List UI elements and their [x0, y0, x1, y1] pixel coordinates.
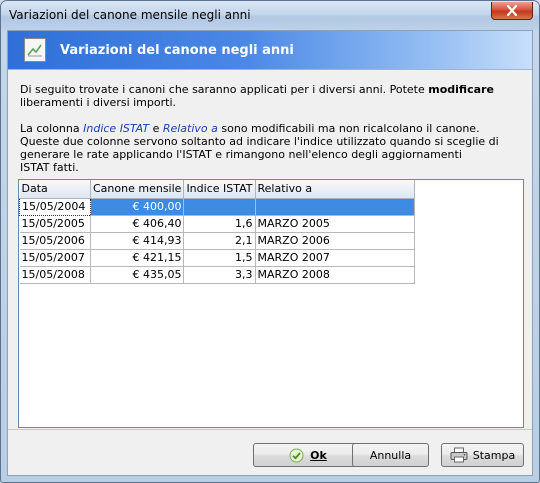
ok-label: Ok — [310, 448, 327, 462]
grid-header-row: Data Canone mensile Indice ISTAT Relativ… — [19, 180, 415, 199]
printer-icon — [450, 447, 468, 463]
dialog-body: Variazioni del canone negli anni Di segu… — [7, 30, 533, 476]
cell-relativo[interactable]: MARZO 2005 — [255, 215, 415, 233]
cell-canone[interactable]: € 414,93 — [90, 232, 185, 250]
footer-divider — [8, 429, 532, 430]
cell-relativo[interactable] — [255, 198, 415, 216]
dialog-window: Variazioni del canone mensile negli anni… — [0, 0, 540, 483]
cell-canone[interactable]: € 421,15 — [90, 249, 185, 267]
cell-data[interactable]: 15/05/2006 — [19, 232, 91, 250]
cell-relativo[interactable]: MARZO 2008 — [255, 266, 415, 284]
column-header-canone[interactable]: Canone mensile — [90, 180, 185, 199]
cell-canone[interactable]: € 435,05 — [90, 266, 185, 284]
em-indice-istat: Indice ISTAT — [83, 122, 150, 135]
cell-data[interactable]: 15/05/2004 — [19, 197, 91, 216]
canoni-grid[interactable]: Data Canone mensile Indice ISTAT Relativ… — [18, 179, 524, 428]
bold-modificare: modificare — [428, 83, 494, 96]
cell-indice[interactable] — [183, 198, 256, 216]
description-text: Di seguito trovate i canoni che saranno … — [20, 83, 520, 174]
cell-indice[interactable]: 1,5 — [183, 249, 256, 267]
table-row[interactable]: 15/05/2008 € 435,05 3,3 MARZO 2008 — [19, 266, 415, 284]
table-row[interactable]: 15/05/2006 € 414,93 2,1 MARZO 2006 — [19, 232, 415, 250]
cell-indice[interactable]: 2,1 — [183, 232, 256, 250]
cell-data[interactable]: 15/05/2005 — [19, 215, 91, 233]
annulla-button[interactable]: Annulla — [352, 443, 429, 467]
cell-indice[interactable]: 3,3 — [183, 266, 256, 284]
close-button[interactable] — [491, 2, 533, 20]
description-paragraph-1: Di seguito trovate i canoni che saranno … — [20, 83, 494, 96]
column-header-data[interactable]: Data — [19, 180, 91, 199]
chart-icon — [24, 38, 46, 62]
stampa-label: Stampa — [472, 448, 516, 462]
header-title: Variazioni del canone negli anni — [60, 43, 294, 58]
table-row[interactable]: 15/05/2007 € 421,15 1,5 MARZO 2007 — [19, 249, 415, 267]
column-header-relativo[interactable]: Relativo a — [255, 180, 415, 199]
cell-canone[interactable]: € 400,00 — [90, 198, 185, 216]
header-band: Variazioni del canone negli anni — [8, 31, 532, 69]
ok-button[interactable]: Ok — [253, 443, 363, 467]
check-icon — [289, 448, 304, 462]
description-paragraph-2: La colonna Indice ISTAT e Relativo a son… — [20, 122, 480, 135]
cell-relativo[interactable]: MARZO 2007 — [255, 249, 415, 267]
cell-relativo[interactable]: MARZO 2006 — [255, 232, 415, 250]
cell-canone[interactable]: € 406,40 — [90, 215, 185, 233]
em-relativo-a: Relativo a — [162, 122, 218, 135]
cell-data[interactable]: 15/05/2007 — [19, 249, 91, 267]
annulla-label: Annulla — [369, 448, 412, 462]
cell-data[interactable]: 15/05/2008 — [19, 266, 91, 284]
table-row[interactable]: 15/05/2004 € 400,00 — [19, 197, 415, 216]
column-header-indice[interactable]: Indice ISTAT — [183, 180, 256, 199]
close-icon — [506, 5, 518, 16]
table-row[interactable]: 15/05/2005 € 406,40 1,6 MARZO 2005 — [19, 215, 415, 233]
stampa-button[interactable]: Stampa — [441, 443, 524, 467]
window-title: Variazioni del canone mensile negli anni — [9, 8, 251, 22]
cell-indice[interactable]: 1,6 — [183, 215, 256, 233]
title-bar[interactable]: Variazioni del canone mensile negli anni — [1, 1, 539, 30]
divider — [8, 69, 532, 70]
